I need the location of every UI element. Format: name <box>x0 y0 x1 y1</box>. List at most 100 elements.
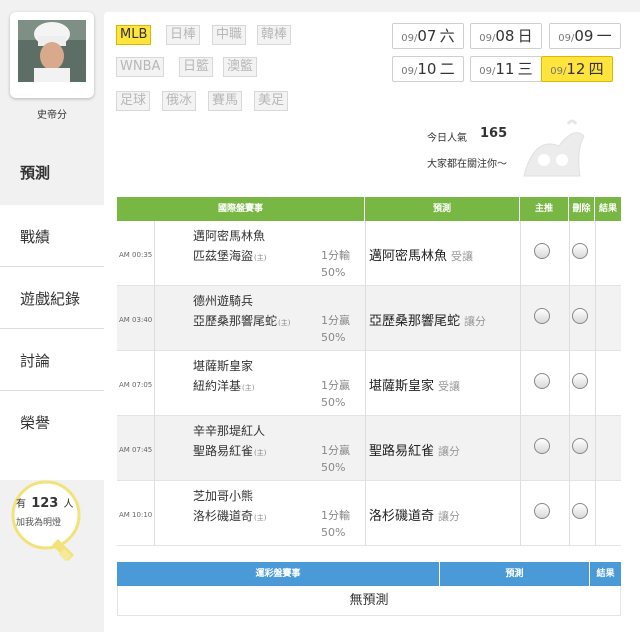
league-tab-cpbl[interactable]: 中職 <box>212 25 247 45</box>
home-mark: (主) <box>242 384 255 392</box>
away-team: 德州遊騎兵 <box>193 294 254 308</box>
popularity-count: 165 <box>480 126 508 141</box>
pick-team: 亞歷桑那響尾蛇 <box>369 314 461 329</box>
recommend-radio[interactable] <box>534 373 550 389</box>
pick-type: 讓分 <box>464 315 487 328</box>
league-tab-kbo[interactable]: 韓棒 <box>257 25 292 45</box>
nav-discussion[interactable]: 討論 <box>0 329 104 391</box>
cell-divider <box>520 286 521 351</box>
league-tab-nfl[interactable]: 美足 <box>254 91 289 111</box>
cell-divider <box>595 481 596 546</box>
pick-type: 受讓 <box>438 380 461 393</box>
game-time: AM 10:10 <box>119 511 153 519</box>
league-tab-wnba[interactable]: WNBA <box>116 57 165 77</box>
delete-radio[interactable] <box>572 308 588 324</box>
league-tab-khl[interactable]: 俄冰 <box>162 91 197 111</box>
cell-divider <box>595 221 596 286</box>
home-team-line: 亞歷桑那響尾蛇(主) <box>193 312 290 329</box>
main-panel: MLB 日棒 中職 韓棒 WNBA 日籃 澳籃 足球 俄冰 賽馬 美足 09/0… <box>104 12 640 632</box>
date-0907[interactable]: 09/07 六 <box>392 23 464 49</box>
table-row: AM 07:45 辛辛那堤紅人 聖路易紅雀(主) 1分贏 50% 聖路易紅雀 讓分 <box>117 416 621 481</box>
date-0910[interactable]: 09/10 二 <box>392 56 464 82</box>
cell-divider <box>154 416 155 481</box>
odds-percent: 50% <box>321 526 346 539</box>
table-row: AM 03:40 德州遊騎兵 亞歷桑那響尾蛇(主) 1分贏 50% 亞歷桑那響尾蛇 讓分 <box>117 286 621 351</box>
header-match: 國際盤賽事 <box>117 197 365 221</box>
cell-divider <box>569 286 570 351</box>
game-time: AM 07:05 <box>119 381 153 389</box>
league-tab-nbl[interactable]: 澳籃 <box>223 57 258 77</box>
header-lottery-result: 結果 <box>596 569 615 579</box>
nav-honor[interactable]: 榮譽 <box>0 391 104 453</box>
date-0908[interactable]: 09/08 日 <box>470 23 542 49</box>
cell-divider <box>365 481 366 546</box>
pick-type: 讓分 <box>438 445 461 458</box>
prediction-pick: 亞歷桑那響尾蛇 讓分 <box>369 310 486 329</box>
nav-record[interactable]: 戰績 <box>0 205 104 267</box>
cell-divider <box>154 351 155 416</box>
game-time: AM 03:40 <box>119 316 153 324</box>
cell-divider <box>595 416 596 481</box>
header-lottery-predict: 預測 <box>440 562 590 586</box>
odds-line: 1分贏 <box>321 444 350 457</box>
league-tab-horse[interactable]: 賽馬 <box>208 91 243 111</box>
delete-radio[interactable] <box>572 438 588 454</box>
recommend-radio[interactable] <box>534 308 550 324</box>
lottery-table-header: 運彩盤賽事 預測 結果 <box>117 562 621 586</box>
recommend-radio[interactable] <box>534 243 550 259</box>
date-month: 09/ <box>558 33 575 44</box>
prediction-pick: 邁阿密馬林魚 受讓 <box>369 245 473 264</box>
league-tab-jbasket[interactable]: 日籃 <box>179 57 214 77</box>
delete-radio[interactable] <box>572 243 588 259</box>
date-0909[interactable]: 09/09 一 <box>549 23 621 49</box>
prediction-pick: 洛杉磯道奇 讓分 <box>369 505 460 524</box>
odds-percent: 50% <box>321 461 346 474</box>
delete-radio[interactable] <box>572 503 588 519</box>
date-day: 08 <box>495 27 515 45</box>
date-month: 09/ <box>401 33 418 44</box>
fans-count: 123 <box>31 496 59 511</box>
recommend-radio[interactable] <box>534 438 550 454</box>
odds-percent: 50% <box>321 396 346 409</box>
date-0912[interactable]: 09/12 四 <box>541 56 613 82</box>
date-day: 12 <box>566 60 586 78</box>
home-team: 紐約洋基 <box>193 379 242 393</box>
avatar-card[interactable] <box>10 12 94 98</box>
odds-line: 1分贏 <box>321 379 350 392</box>
header-delete: 刪除 <box>569 197 595 221</box>
delete-radio[interactable] <box>572 373 588 389</box>
avatar <box>18 20 86 82</box>
away-team: 邁阿密馬林魚 <box>193 229 266 243</box>
date-weekday: 三 <box>517 60 533 78</box>
no-prediction-text: 無預測 <box>117 586 621 616</box>
fans-subtext: 加我為明燈 <box>16 518 62 528</box>
cell-divider <box>569 416 570 481</box>
date-month: 09/ <box>550 66 567 77</box>
home-team-line: 紐約洋基(主) <box>193 377 254 394</box>
popularity-subtext: 大家都在關注你～ <box>427 159 507 170</box>
cell-divider <box>154 286 155 351</box>
league-tab-npb[interactable]: 日棒 <box>166 25 201 45</box>
league-tab-soccer[interactable]: 足球 <box>116 91 151 111</box>
date-weekday: 四 <box>588 60 604 78</box>
nav-game-log[interactable]: 遊戲紀錄 <box>0 267 104 329</box>
fans-count-line: 有 123 人 <box>16 495 74 511</box>
date-0911[interactable]: 09/11 三 <box>470 56 542 82</box>
league-tab-mlb[interactable]: MLB <box>116 25 152 45</box>
table-row: AM 10:10 芝加哥小熊 洛杉磯道奇(主) 1分輸 50% 洛杉磯道奇 讓分 <box>117 481 621 546</box>
intl-table-header: 國際盤賽事 預測 主推 刪除 結果 <box>117 197 621 221</box>
recommend-radio[interactable] <box>534 503 550 519</box>
date-day: 11 <box>495 60 515 78</box>
username: 史帝分 <box>37 110 67 121</box>
header-recommend: 主推 <box>520 197 569 221</box>
cell-divider <box>595 351 596 416</box>
home-team: 亞歷桑那響尾蛇 <box>193 314 278 328</box>
nav-predict[interactable]: 預測 <box>0 141 106 203</box>
popularity-label: 今日人氣 <box>427 133 467 144</box>
date-month: 09/ <box>401 66 418 77</box>
cell-divider <box>365 286 366 351</box>
header-lottery-match: 運彩盤賽事 <box>117 562 440 586</box>
odds-percent: 50% <box>321 266 346 279</box>
cell-divider <box>569 481 570 546</box>
cell-divider <box>154 221 155 286</box>
